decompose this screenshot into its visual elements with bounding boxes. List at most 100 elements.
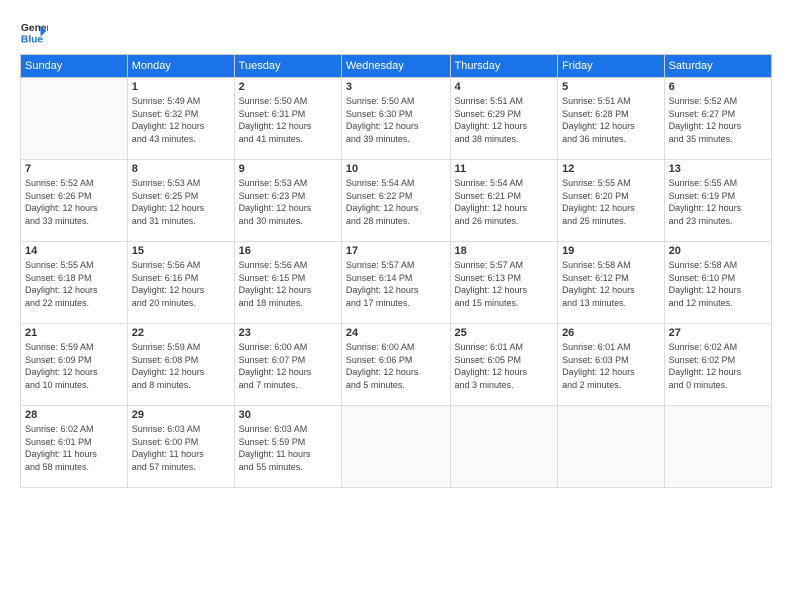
day-info: Sunrise: 5:52 AMSunset: 6:26 PMDaylight:… [25,177,123,227]
week-row-1: 1Sunrise: 5:49 AMSunset: 6:32 PMDaylight… [21,78,772,160]
calendar-cell: 5 Sunrise: 5:51 AMSunset: 6:28 PMDaylight… [558,78,665,160]
weekday-header-tuesday: Tuesday [234,55,341,78]
day-number: 9 [239,163,337,175]
day-number: 18 [455,245,554,257]
day-number: 3 [346,81,446,93]
day-info: Sunrise: 6:03 AMSunset: 5:59 PMDaylight:… [239,423,337,473]
day-info: Sunrise: 5:51 AMSunset: 6:29 PMDaylight:… [455,95,554,145]
calendar-cell: 16 Sunrise: 5:56 AMSunset: 6:15 PMDayligh… [234,242,341,324]
day-info: Sunrise: 6:03 AMSunset: 6:00 PMDaylight:… [132,423,230,473]
calendar-cell: 14 Sunrise: 5:55 AMSunset: 6:18 PMDayligh… [21,242,128,324]
calendar-cell: 28 Sunrise: 6:02 AMSunset: 6:01 PMDayligh… [21,406,128,488]
weekday-header-saturday: Saturday [664,55,771,78]
calendar-cell: 1Sunrise: 5:49 AMSunset: 6:32 PMDaylight… [127,78,234,160]
calendar-cell: 27Sunrise: 6:02 AMSunset: 6:02 PMDayligh… [664,324,771,406]
calendar-cell: 18 Sunrise: 5:57 AMSunset: 6:13 PMDayligh… [450,242,558,324]
calendar: SundayMondayTuesdayWednesdayThursdayFrid… [20,54,772,488]
svg-text:Blue: Blue [21,34,44,45]
day-number: 14 [25,245,123,257]
weekday-header-wednesday: Wednesday [341,55,450,78]
day-number: 19 [562,245,660,257]
calendar-cell: 11 Sunrise: 5:54 AMSunset: 6:21 PMDayligh… [450,160,558,242]
calendar-cell: 20Sunrise: 5:58 AMSunset: 6:10 PMDayligh… [664,242,771,324]
day-info: Sunrise: 5:55 AMSunset: 6:19 PMDaylight:… [669,177,767,227]
day-info: Sunrise: 5:59 AMSunset: 6:09 PMDaylight:… [25,341,123,391]
day-info: Sunrise: 5:53 AMSunset: 6:23 PMDaylight:… [239,177,337,227]
calendar-cell: 12Sunrise: 5:55 AMSunset: 6:20 PMDayligh… [558,160,665,242]
day-number: 21 [25,327,123,339]
calendar-cell: 6 Sunrise: 5:52 AMSunset: 6:27 PMDaylight… [664,78,771,160]
calendar-cell: 17 Sunrise: 5:57 AMSunset: 6:14 PMDayligh… [341,242,450,324]
day-info: Sunrise: 6:01 AMSunset: 6:03 PMDaylight:… [562,341,660,391]
header: General Blue [20,18,772,46]
logo-icon: General Blue [20,18,48,46]
day-number: 23 [239,327,337,339]
calendar-cell [664,406,771,488]
day-info: Sunrise: 5:51 AMSunset: 6:28 PMDaylight:… [562,95,660,145]
calendar-cell: 8 Sunrise: 5:53 AMSunset: 6:25 PMDaylight… [127,160,234,242]
day-info: Sunrise: 5:55 AMSunset: 6:18 PMDaylight:… [25,259,123,309]
calendar-cell: 3 Sunrise: 5:50 AMSunset: 6:30 PMDaylight… [341,78,450,160]
day-info: Sunrise: 6:01 AMSunset: 6:05 PMDaylight:… [455,341,554,391]
calendar-cell: 25Sunrise: 6:01 AMSunset: 6:05 PMDayligh… [450,324,558,406]
day-info: Sunrise: 5:52 AMSunset: 6:27 PMDaylight:… [669,95,767,145]
day-info: Sunrise: 5:55 AMSunset: 6:20 PMDaylight:… [562,177,660,227]
day-info: Sunrise: 5:53 AMSunset: 6:25 PMDaylight:… [132,177,230,227]
day-number: 28 [25,409,123,421]
day-info: Sunrise: 6:02 AMSunset: 6:01 PMDaylight:… [25,423,123,473]
day-info: Sunrise: 5:54 AMSunset: 6:21 PMDaylight:… [455,177,554,227]
calendar-cell: 9 Sunrise: 5:53 AMSunset: 6:23 PMDaylight… [234,160,341,242]
logo: General Blue [20,18,48,46]
day-info: Sunrise: 6:00 AMSunset: 6:07 PMDaylight:… [239,341,337,391]
weekday-header-row: SundayMondayTuesdayWednesdayThursdayFrid… [21,55,772,78]
calendar-cell: 29 Sunrise: 6:03 AMSunset: 6:00 PMDayligh… [127,406,234,488]
calendar-cell: 24 Sunrise: 6:00 AMSunset: 6:06 PMDayligh… [341,324,450,406]
calendar-cell: 10 Sunrise: 5:54 AMSunset: 6:22 PMDayligh… [341,160,450,242]
day-number: 29 [132,409,230,421]
day-info: Sunrise: 5:57 AMSunset: 6:13 PMDaylight:… [455,259,554,309]
day-number: 2 [239,81,337,93]
day-number: 5 [562,81,660,93]
calendar-cell: 4 Sunrise: 5:51 AMSunset: 6:29 PMDaylight… [450,78,558,160]
calendar-cell: 21 Sunrise: 5:59 AMSunset: 6:09 PMDayligh… [21,324,128,406]
weekday-header-monday: Monday [127,55,234,78]
week-row-3: 14 Sunrise: 5:55 AMSunset: 6:18 PMDayligh… [21,242,772,324]
day-info: Sunrise: 5:56 AMSunset: 6:15 PMDaylight:… [239,259,337,309]
day-number: 24 [346,327,446,339]
day-number: 11 [455,163,554,175]
day-number: 13 [669,163,767,175]
day-number: 7 [25,163,123,175]
day-info: Sunrise: 5:49 AMSunset: 6:32 PMDaylight:… [132,95,230,145]
calendar-cell: 7 Sunrise: 5:52 AMSunset: 6:26 PMDaylight… [21,160,128,242]
day-number: 4 [455,81,554,93]
weekday-header-sunday: Sunday [21,55,128,78]
day-info: Sunrise: 6:00 AMSunset: 6:06 PMDaylight:… [346,341,446,391]
day-number: 15 [132,245,230,257]
day-number: 6 [669,81,767,93]
day-number: 16 [239,245,337,257]
week-row-2: 7 Sunrise: 5:52 AMSunset: 6:26 PMDaylight… [21,160,772,242]
day-info: Sunrise: 6:02 AMSunset: 6:02 PMDaylight:… [669,341,767,391]
calendar-cell: 2Sunrise: 5:50 AMSunset: 6:31 PMDaylight… [234,78,341,160]
day-number: 8 [132,163,230,175]
day-number: 10 [346,163,446,175]
week-row-5: 28 Sunrise: 6:02 AMSunset: 6:01 PMDayligh… [21,406,772,488]
day-info: Sunrise: 5:59 AMSunset: 6:08 PMDaylight:… [132,341,230,391]
day-info: Sunrise: 5:50 AMSunset: 6:30 PMDaylight:… [346,95,446,145]
calendar-cell: 26Sunrise: 6:01 AMSunset: 6:03 PMDayligh… [558,324,665,406]
day-number: 20 [669,245,767,257]
day-info: Sunrise: 5:56 AMSunset: 6:16 PMDaylight:… [132,259,230,309]
day-info: Sunrise: 5:57 AMSunset: 6:14 PMDaylight:… [346,259,446,309]
day-info: Sunrise: 5:54 AMSunset: 6:22 PMDaylight:… [346,177,446,227]
weekday-header-friday: Friday [558,55,665,78]
weekday-header-thursday: Thursday [450,55,558,78]
page: General Blue SundayMondayTuesdayWednesda… [0,0,792,612]
calendar-cell: 13 Sunrise: 5:55 AMSunset: 6:19 PMDayligh… [664,160,771,242]
calendar-cell: 30Sunrise: 6:03 AMSunset: 5:59 PMDayligh… [234,406,341,488]
calendar-cell: 22Sunrise: 5:59 AMSunset: 6:08 PMDayligh… [127,324,234,406]
calendar-cell: 15 Sunrise: 5:56 AMSunset: 6:16 PMDayligh… [127,242,234,324]
day-number: 17 [346,245,446,257]
calendar-cell [558,406,665,488]
day-info: Sunrise: 5:58 AMSunset: 6:12 PMDaylight:… [562,259,660,309]
calendar-cell [21,78,128,160]
